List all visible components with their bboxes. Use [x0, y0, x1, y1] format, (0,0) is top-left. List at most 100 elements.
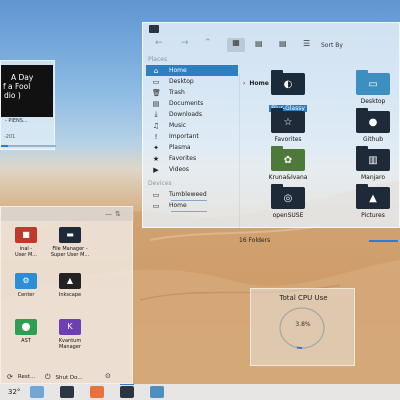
places-header: Places	[148, 56, 168, 63]
trash-icon: 🗑	[152, 88, 161, 97]
folder-item[interactable]: ✿ Kruna&Ivana	[258, 146, 318, 189]
shutdown-icon: ⏻	[45, 373, 51, 381]
sidebar-item-label: Documents	[169, 100, 204, 107]
folder-item[interactable]: ◐ Blur-Glassy	[258, 70, 318, 113]
sidebar-item[interactable]: ★ Favorites	[146, 153, 238, 164]
github-folder-icon: ●	[356, 108, 390, 133]
folder-tab	[271, 108, 283, 112]
folder-label: Kruna&Ivana	[268, 174, 308, 181]
sidebar-item-label: Videos	[169, 166, 189, 173]
icon-view-button[interactable]: ▦	[227, 38, 245, 52]
sort-by-button[interactable]: Sort By	[321, 42, 343, 49]
sidebar-item[interactable]: ✦ Plasma	[146, 142, 238, 153]
footer-label: Rest...	[17, 374, 36, 380]
forward-arrow-icon[interactable]: →	[181, 38, 189, 48]
firefox-task-icon[interactable]	[90, 386, 104, 398]
star-folder-icon: ☆	[271, 108, 305, 133]
folder-label: openSUSE	[272, 212, 304, 219]
sidebar-item-label: Music	[169, 122, 187, 129]
back-arrow-icon[interactable]: ←	[155, 38, 163, 48]
file-manager-window: ← → ⌃ ▦ ▤ ▤ ☰ Sort By Places ⌂ Home ▭ Deskt…	[142, 22, 400, 244]
folder-tab	[271, 184, 283, 188]
folder-label: Manjaro	[360, 174, 385, 181]
sidebar-item[interactable]: ▶ Videos	[146, 164, 238, 175]
zoom-slider[interactable]	[369, 240, 400, 242]
home-icon: ⌂	[153, 66, 159, 75]
track-progress-bar[interactable]	[1, 145, 56, 147]
folder-tab	[356, 70, 368, 74]
folder-item[interactable]: ◎ openSUSE	[258, 184, 318, 227]
details-view-button[interactable]: ▤	[279, 39, 287, 48]
drive-icon: ▭	[152, 201, 160, 210]
media-player-widget: A Day f a Fool dio ) - PIENS... -201	[0, 60, 56, 150]
launcher-app-label: Manager	[59, 344, 81, 350]
sidebar-item[interactable]: ♫ Music	[146, 120, 238, 131]
sidebar-item[interactable]: ⌂ Home	[146, 65, 238, 76]
cpu-widget-title: Total CPU Use	[279, 294, 328, 302]
music-icon: ♫	[152, 121, 160, 130]
monitor-task-icon[interactable]	[150, 386, 164, 398]
taskbar: 32°	[0, 384, 400, 400]
sidebar-item[interactable]: ▤ Documents	[146, 98, 238, 109]
desktop-folder-icon: ▭	[356, 70, 390, 95]
drive-icon: ▭	[152, 190, 160, 199]
folder-item[interactable]: ▥ Manjaro	[343, 146, 400, 189]
folder-label: Desktop	[360, 98, 386, 105]
sidebar-item[interactable]: ⤓ Downloads	[146, 109, 238, 120]
cpu-usage-ring	[279, 307, 325, 349]
file-manager-task-icon[interactable]	[120, 386, 134, 398]
folder-label: Favorites	[274, 136, 302, 143]
launcher-app[interactable]: ▲ Inkscape	[41, 273, 99, 298]
folder-tab	[271, 146, 283, 150]
weather-temperature[interactable]: 32°	[8, 388, 20, 396]
manjaro-folder-icon: ▥	[356, 146, 390, 171]
videos-icon: ▶	[153, 165, 159, 174]
sidebar-item[interactable]: ▭ Desktop	[146, 76, 238, 87]
sidebar-item[interactable]: ! Important	[146, 131, 238, 142]
sidebar-item-label: Home	[169, 67, 187, 74]
terminal-icon: ■	[15, 227, 37, 243]
album-art: A Day f a Fool dio )	[1, 65, 53, 117]
collapse-icon[interactable]: —	[105, 210, 112, 218]
launcher-app[interactable]: ▬ File Manager - Super User M...	[41, 227, 99, 258]
sidebar-item-label: Desktop	[169, 78, 194, 85]
folder-tab	[356, 184, 368, 188]
launcher-app-label: Super User M...	[50, 252, 90, 258]
adjust-icon[interactable]: ⇅	[115, 210, 121, 218]
sidebar-item-label: Downloads	[169, 111, 202, 118]
folder-tab	[356, 146, 368, 150]
folder-label: Github	[362, 136, 384, 143]
star-icon: ★	[152, 154, 160, 163]
folder-item[interactable]: ▲ Pictures	[343, 184, 400, 227]
sidebar-item-label: Trash	[169, 89, 185, 96]
system-settings-task-icon[interactable]	[30, 386, 44, 398]
photo-folder-icon: ✿	[271, 146, 305, 171]
folder-item[interactable]: ● Github	[343, 108, 400, 151]
sidebar-divider	[239, 74, 240, 229]
compact-view-button[interactable]: ▤	[255, 39, 263, 48]
track-artist: - PIENS...	[5, 118, 28, 124]
app-icon	[149, 25, 159, 33]
chevron-right-icon: ›	[243, 80, 246, 87]
plasma-icon: ✦	[153, 143, 159, 152]
sidebar-item[interactable]: 🗑 Trash	[146, 87, 238, 98]
device-item[interactable]: ▭ Home	[146, 200, 238, 211]
sidebar-item-label: Plasma	[169, 144, 191, 151]
folder-tab	[271, 70, 283, 74]
parent-folder-icon[interactable]: ⌃	[204, 38, 212, 48]
launcher-footer: ⟳ Rest... ⏻ Shut Do... ⊙	[1, 367, 134, 385]
sort-icon[interactable]: ☰	[303, 39, 310, 48]
launcher-app[interactable]: K Kvantum Manager	[41, 319, 99, 350]
more-options-icon[interactable]: ⊙	[105, 372, 111, 380]
application-launcher: — ⇅ ■ inal - User M... ▬ File Manager - Super…	[0, 206, 134, 385]
device-item[interactable]: ▭ Tumbleweed	[146, 189, 238, 200]
active-task-indicator	[120, 384, 134, 385]
folder-item[interactable]: ▭ Desktop	[343, 70, 400, 113]
shutdown-button[interactable]: ⏻ Shut Do...	[45, 373, 83, 382]
terminal-task-icon[interactable]	[60, 386, 74, 398]
folder-item[interactable]: ☆ Favorites	[258, 108, 318, 151]
desktop-icon: ▭	[152, 77, 160, 86]
documents-icon: ▤	[152, 99, 160, 108]
restart-button[interactable]: ⟳ Rest...	[7, 373, 35, 381]
sidebar-item-label: Favorites	[169, 155, 197, 162]
